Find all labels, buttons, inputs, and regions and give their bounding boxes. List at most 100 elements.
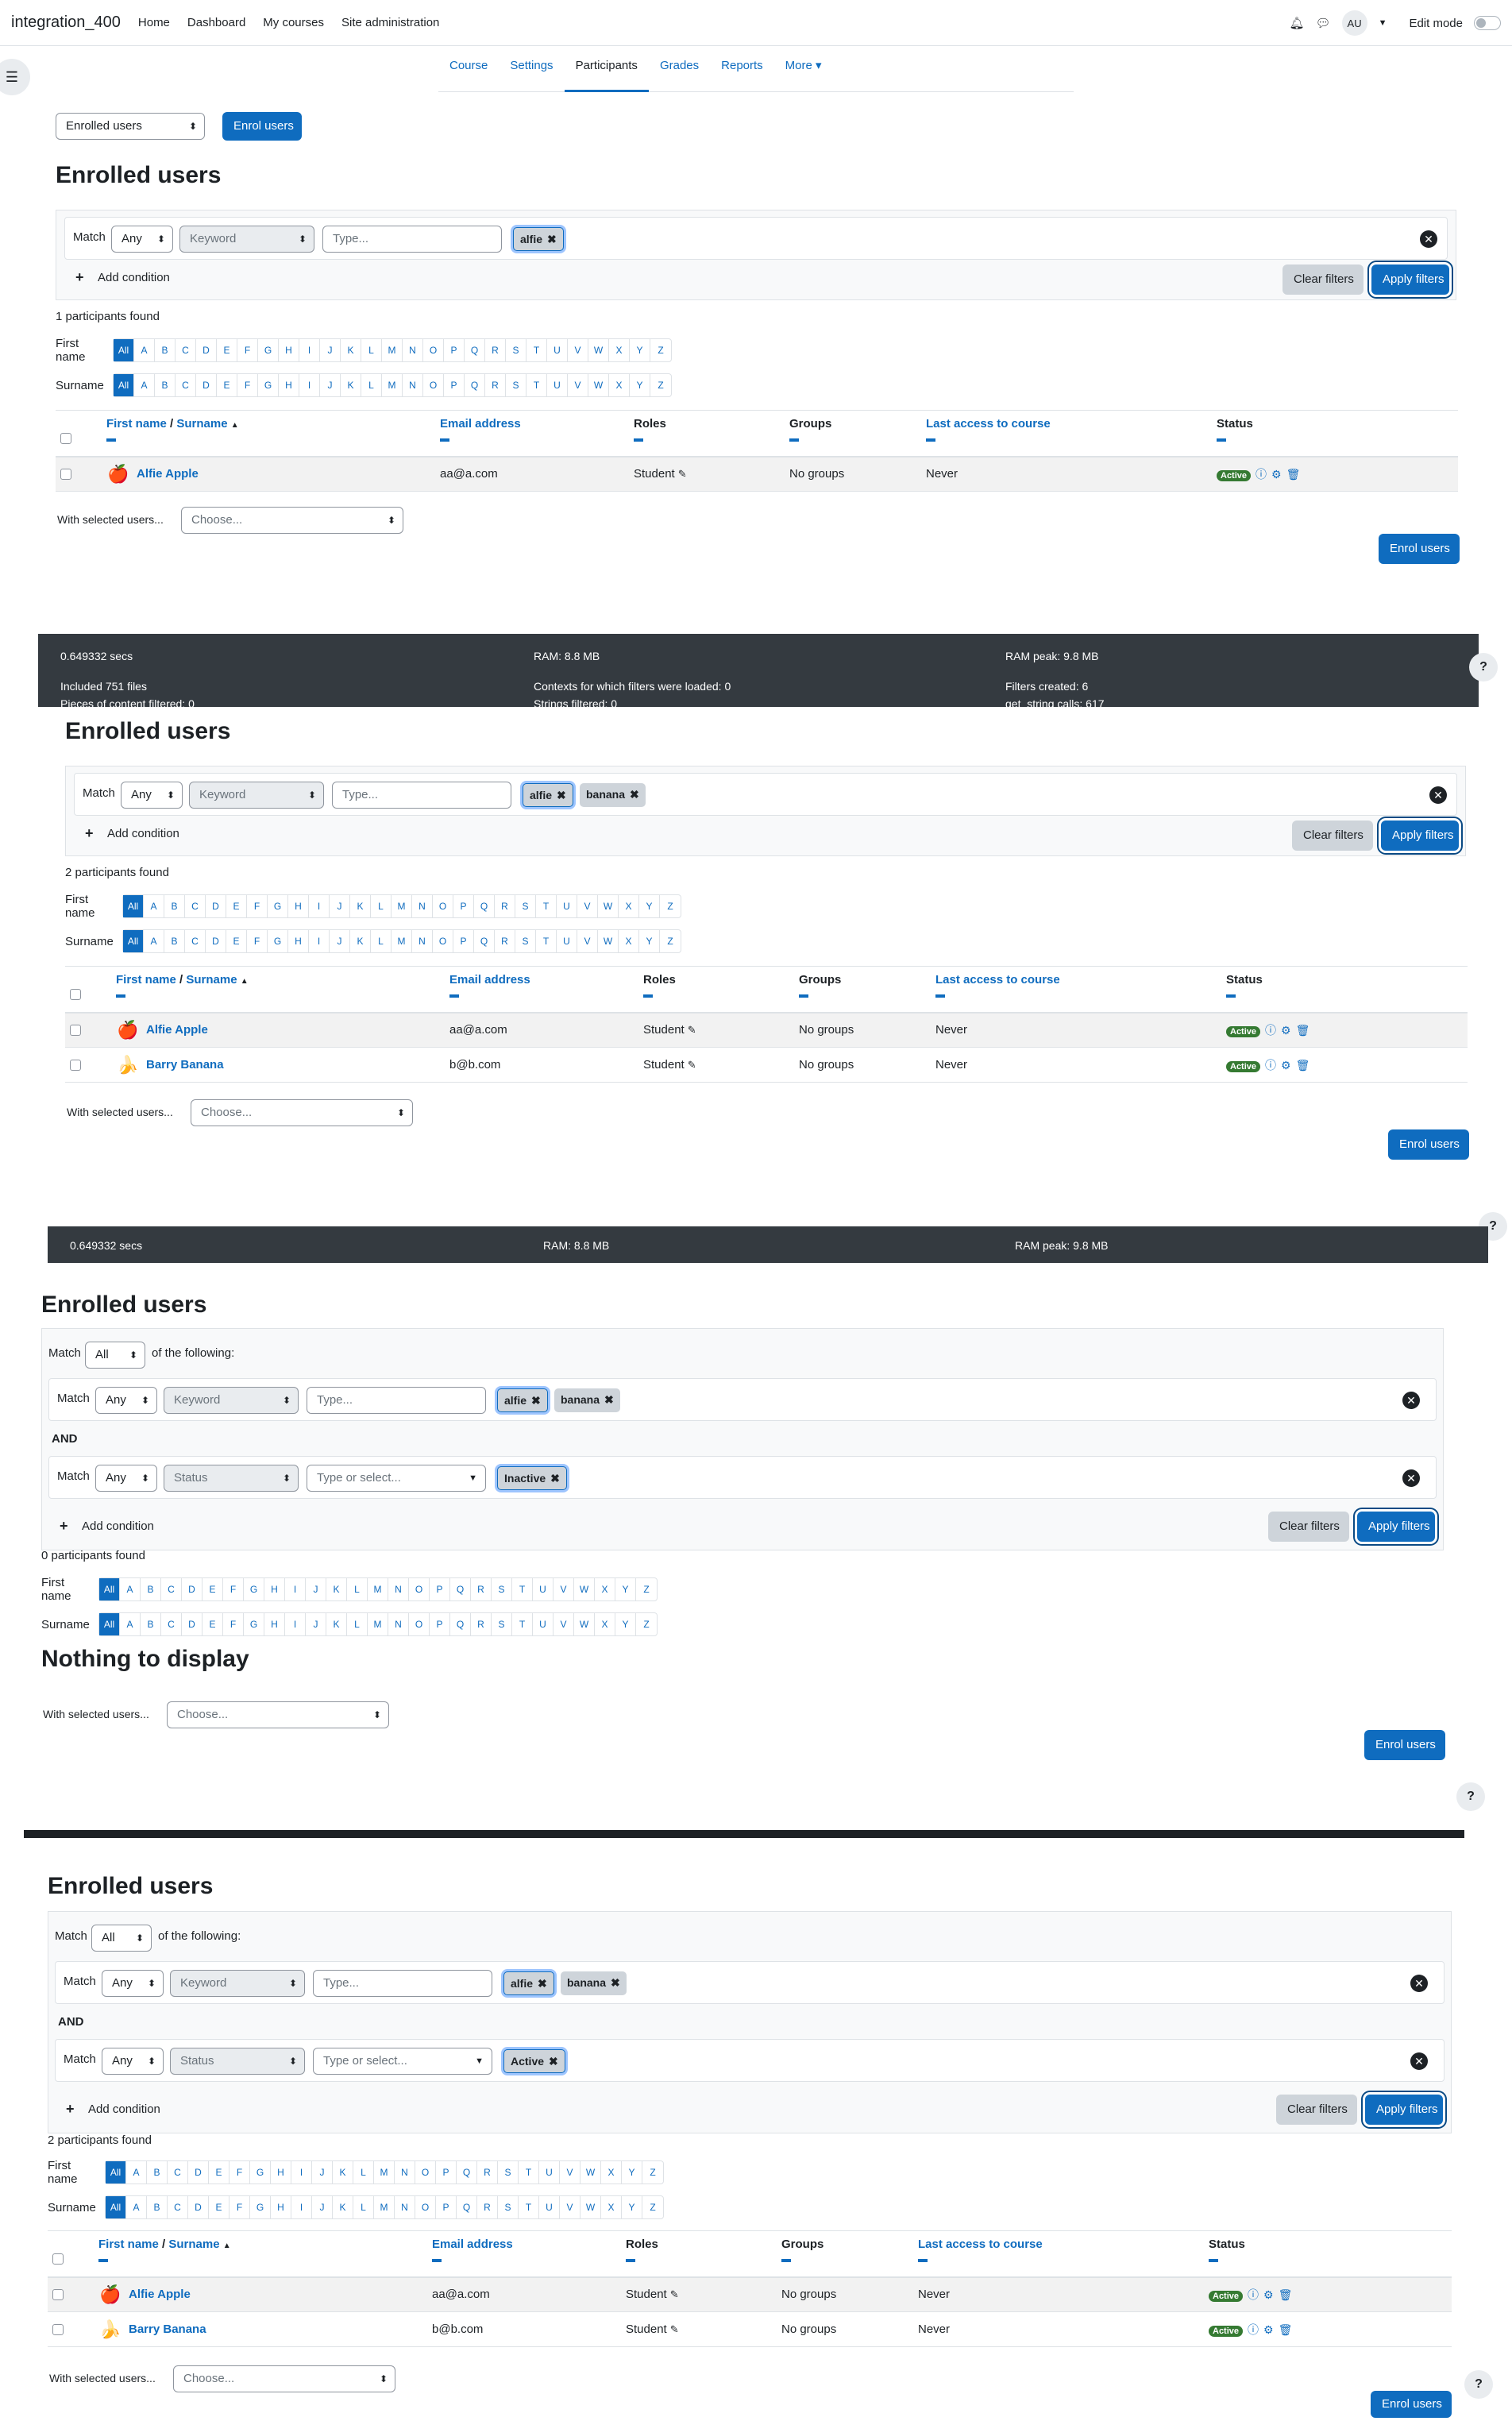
sort-surname[interactable]: Surname [168,2238,219,2251]
sort-surname[interactable]: Surname [186,973,237,987]
initial-k[interactable]: K [326,1613,347,1635]
initial-z[interactable]: Z [636,1578,657,1600]
initial-y[interactable]: Y [622,2196,642,2218]
initial-e[interactable]: E [226,930,247,952]
filter-chip[interactable]: Inactive ✖ [497,1466,567,1490]
chat-icon[interactable]: 💬︎ [1316,16,1331,30]
initial-a[interactable]: A [134,374,155,396]
match-select[interactable]: Any [111,226,173,253]
cog-icon[interactable]: ⚙ [1281,1059,1291,1072]
initial-g[interactable]: G [244,1578,264,1600]
initial-f[interactable]: F [247,930,268,952]
initial-h[interactable]: H [288,895,309,917]
initial-s[interactable]: S [492,1578,512,1600]
initial-r[interactable]: R [485,374,506,396]
initial-h[interactable]: H [264,1613,285,1635]
initial-s[interactable]: S [506,339,526,361]
initial-z[interactable]: Z [642,2196,663,2218]
filter-type-select[interactable]: Status [170,2048,305,2075]
sort-email[interactable]: Email address [440,417,521,431]
initial-o[interactable]: O [423,374,444,396]
enrol-users-button[interactable]: Enrol users [1388,1129,1469,1160]
column-hide-icon[interactable] [98,2259,108,2262]
initial-e[interactable]: E [209,2161,230,2184]
initial-p[interactable]: P [430,1613,450,1635]
initial-m[interactable]: M [368,1613,388,1635]
initial-all[interactable]: All [114,339,134,361]
initial-r[interactable]: R [471,1613,492,1635]
initial-g[interactable]: G [258,339,279,361]
initial-d[interactable]: D [188,2161,209,2184]
clear-filters-button[interactable]: Clear filters [1292,821,1373,851]
initial-q[interactable]: Q [465,374,485,396]
keyword-input[interactable]: Type... [307,1387,486,1414]
initial-x[interactable]: X [619,895,639,917]
apply-filters-button[interactable]: Apply filters [1381,821,1459,851]
initial-q[interactable]: Q [450,1613,471,1635]
initial-o[interactable]: O [415,2161,436,2184]
initial-s[interactable]: S [515,895,536,917]
initial-q[interactable]: Q [474,895,495,917]
initial-r[interactable]: R [485,339,506,361]
clear-filters-button[interactable]: Clear filters [1276,2095,1357,2125]
initial-all[interactable]: All [99,1613,120,1635]
remove-row-icon[interactable]: ✕ [1429,786,1447,804]
initial-h[interactable]: H [279,374,299,396]
initial-f[interactable]: F [230,2196,250,2218]
keyword-input[interactable]: Type... [313,1970,492,1997]
filter-type-select[interactable]: Status [164,1465,299,1492]
remove-row-icon[interactable]: ✕ [1410,2052,1428,2070]
sort-firstname[interactable]: First name [98,2238,159,2251]
enrol-users-button[interactable]: Enrol users [1371,2391,1452,2418]
column-hide-icon[interactable] [926,438,935,442]
initial-c[interactable]: C [168,2161,188,2184]
drawer-icon[interactable]: ☰ [0,59,30,95]
initial-i[interactable]: I [285,1578,306,1600]
initial-l[interactable]: L [371,895,392,917]
user-link[interactable]: 🍎 Alfie Apple [106,462,430,486]
status-value-select[interactable]: Type or select... ▼ [313,2048,492,2075]
initial-g[interactable]: G [250,2196,271,2218]
row-checkbox[interactable] [70,1060,81,1071]
initial-u[interactable]: U [533,1578,554,1600]
initial-y[interactable]: Y [622,2161,642,2184]
initial-v[interactable]: V [560,2161,580,2184]
initial-h[interactable]: H [271,2161,291,2184]
user-link[interactable]: 🍎 Alfie Apple [116,1018,440,1042]
initial-v[interactable]: V [568,339,588,361]
initial-h[interactable]: H [288,930,309,952]
initial-e[interactable]: E [217,339,237,361]
remove-icon[interactable]: ✖ [630,788,639,801]
filter-chip[interactable]: alfie ✖ [503,1971,554,1995]
column-hide-icon[interactable] [918,2259,928,2262]
initial-t[interactable]: T [526,374,547,396]
sort-last-access[interactable]: Last access to course [926,417,1051,431]
initial-v[interactable]: V [554,1613,574,1635]
keyword-input[interactable]: Type... [332,782,511,809]
cog-icon[interactable]: ⚙ [1271,468,1282,481]
bell-icon[interactable]: 🔔︎ [1289,16,1304,30]
column-hide-icon[interactable] [781,2259,791,2262]
enrol-users-button[interactable]: Enrol users [222,112,302,141]
column-hide-icon[interactable] [1217,438,1226,442]
match-all-select[interactable]: All [85,1342,145,1369]
initial-t[interactable]: T [536,895,557,917]
trash-icon[interactable]: 🗑︎ [1279,2288,1293,2302]
sort-surname[interactable]: Surname [176,417,227,431]
initial-s[interactable]: S [515,930,536,952]
initial-x[interactable]: X [601,2161,622,2184]
initial-r[interactable]: R [477,2161,498,2184]
initial-o[interactable]: O [409,1578,430,1600]
initial-z[interactable]: Z [636,1613,657,1635]
help-button[interactable]: ? [1469,653,1498,682]
initial-a[interactable]: A [126,2196,147,2218]
edit-mode-toggle[interactable] [1474,16,1501,30]
with-selected-select[interactable]: Choose... [181,507,403,534]
with-selected-select[interactable]: Choose... [167,1701,389,1728]
initial-b[interactable]: B [164,895,185,917]
initial-k[interactable]: K [333,2161,353,2184]
row-checkbox[interactable] [52,2289,64,2301]
apply-filters-button[interactable]: Apply filters [1357,1512,1435,1542]
initial-f[interactable]: F [223,1578,244,1600]
initial-q[interactable]: Q [474,930,495,952]
